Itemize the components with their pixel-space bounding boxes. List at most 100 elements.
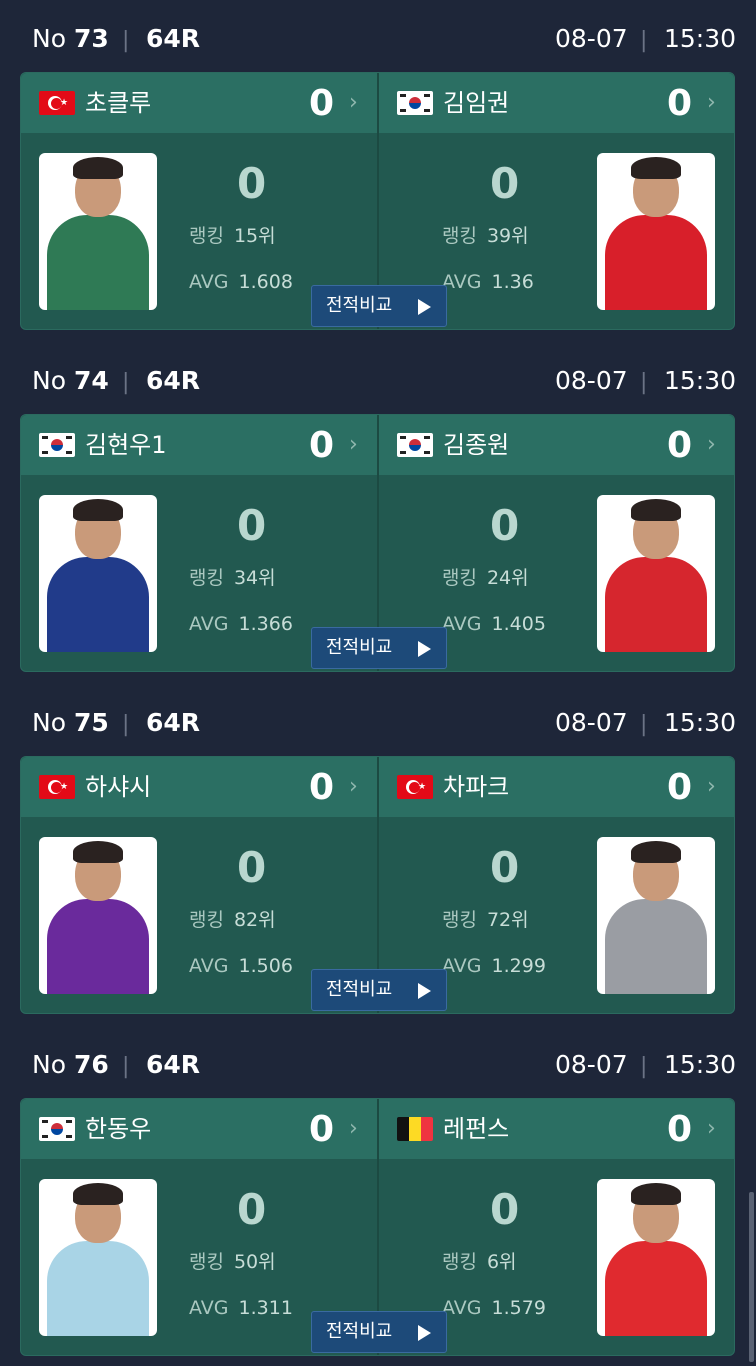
match-time: 15:30	[664, 24, 737, 53]
right-player-set-score: 0	[667, 425, 693, 466]
match-number: No 73	[32, 21, 109, 57]
left-player-name[interactable]: 한동우	[85, 1113, 151, 1145]
right-player-name[interactable]: 레펀스	[443, 1113, 509, 1145]
compare-record-button[interactable]: 전적비교	[311, 627, 447, 669]
header-separator: |	[122, 1054, 130, 1079]
player-hair	[631, 157, 681, 179]
left-player-photo[interactable]	[39, 837, 157, 994]
player-hair	[631, 1183, 681, 1205]
right-player-average: AVG 1.299	[442, 953, 546, 979]
header-separator: |	[122, 370, 130, 395]
right-player-chevron-right-icon[interactable]: ›	[707, 431, 716, 459]
player-shirt	[605, 899, 707, 994]
right-player-photo[interactable]	[597, 1179, 715, 1336]
right-player-chevron-right-icon[interactable]: ›	[707, 89, 716, 117]
right-player-set-score: 0	[667, 1109, 693, 1150]
right-player-set-score: 0	[667, 83, 693, 124]
match-date: 08-07	[555, 708, 628, 737]
avg-value: 1.366	[238, 613, 293, 635]
left-player-chevron-right-icon[interactable]: ›	[349, 431, 358, 459]
avg-value: 1.36	[491, 271, 534, 293]
left-player-photo[interactable]	[39, 495, 157, 652]
right-player-chevron-right-icon[interactable]: ›	[707, 1115, 716, 1143]
compare-record-button[interactable]: 전적비교	[311, 969, 447, 1011]
match-card[interactable]: 한동우 0 › 레펀스 0 › 0 랭킹 50위 AVG 1.311 0 랭킹 6위 …	[20, 1098, 735, 1356]
match-number-label: No	[32, 366, 66, 395]
left-player-chevron-right-icon[interactable]: ›	[349, 773, 358, 801]
match-round: 64R	[146, 1050, 201, 1079]
avg-value: 1.579	[491, 1297, 546, 1319]
right-player-ranking: 랭킹 24위	[442, 565, 529, 591]
ranking-label: 랭킹	[442, 1251, 477, 1273]
right-player-name[interactable]: 김임권	[443, 87, 509, 119]
match-header: No 75 | 64R 08-07 | 15:30	[0, 684, 756, 756]
left-player-flag-icon	[39, 433, 75, 457]
player-hair	[73, 499, 123, 521]
match-card[interactable]: ★ 초클루 0 › 김임권 0 › 0 랭킹 15위 AVG 1.608 0 랭킹 3…	[20, 72, 735, 330]
header-separator: |	[640, 370, 648, 395]
left-player-frame-score: 0	[237, 843, 267, 892]
compare-record-label: 전적비교	[326, 979, 393, 1000]
left-player-frame-score: 0	[237, 501, 267, 550]
match-item: No 74 | 64R 08-07 | 15:30 김현우1 0 › 김종원 0…	[0, 342, 756, 684]
left-player-ranking: 랭킹 82위	[189, 907, 276, 933]
right-player-name[interactable]: 차파크	[443, 771, 509, 803]
left-player-name[interactable]: 김현우1	[85, 429, 167, 461]
right-player-flag-icon: ★	[397, 775, 433, 799]
avg-label: AVG	[442, 955, 482, 977]
right-player-frame-score: 0	[490, 1185, 520, 1234]
ranking-value: 39위	[486, 225, 529, 247]
match-item: No 76 | 64R 08-07 | 15:30 한동우 0 › 레펀스 0 …	[0, 1026, 756, 1366]
right-player-photo[interactable]	[597, 837, 715, 994]
compare-record-label: 전적비교	[326, 1321, 393, 1342]
match-number-value: 75	[73, 708, 109, 737]
avg-label: AVG	[189, 613, 229, 635]
left-player-name[interactable]: 하샤시	[85, 771, 151, 803]
right-player-name[interactable]: 김종원	[443, 429, 509, 461]
ranking-value: 82위	[233, 909, 276, 931]
header-separator: |	[640, 712, 648, 737]
left-player-flag-icon: ★	[39, 775, 75, 799]
right-player-photo[interactable]	[597, 153, 715, 310]
header-separator: |	[640, 1054, 648, 1079]
avg-label: AVG	[189, 271, 229, 293]
player-shirt	[47, 1241, 149, 1336]
avg-value: 1.299	[491, 955, 546, 977]
ranking-value: 6위	[486, 1251, 517, 1273]
match-round: 64R	[146, 366, 201, 395]
match-card[interactable]: ★ 하샤시 0 › ★ 차파크 0 › 0 랭킹 82위 AVG 1.506 0 랭…	[20, 756, 735, 1014]
right-player-chevron-right-icon[interactable]: ›	[707, 773, 716, 801]
right-player-frame-score: 0	[490, 501, 520, 550]
match-header: No 73 | 64R 08-07 | 15:30	[0, 0, 756, 72]
header-separator: |	[640, 28, 648, 53]
match-round: 64R	[146, 708, 201, 737]
left-player-photo[interactable]	[39, 153, 157, 310]
avg-label: AVG	[189, 1297, 229, 1319]
left-player-frame-score: 0	[237, 159, 267, 208]
right-player-average: AVG 1.36	[442, 269, 534, 295]
left-player-average: AVG 1.608	[189, 269, 293, 295]
left-player-set-score: 0	[309, 1109, 335, 1150]
left-player-name[interactable]: 초클루	[85, 87, 151, 119]
ranking-label: 랭킹	[442, 567, 477, 589]
left-player-average: AVG 1.506	[189, 953, 293, 979]
match-item: No 73 | 64R 08-07 | 15:30 ★ 초클루 0 › 김임권 …	[0, 0, 756, 342]
ranking-value: 50위	[233, 1251, 276, 1273]
ranking-label: 랭킹	[189, 909, 224, 931]
left-player-ranking: 랭킹 50위	[189, 1249, 276, 1275]
left-player-chevron-right-icon[interactable]: ›	[349, 89, 358, 117]
left-player-set-score: 0	[309, 767, 335, 808]
match-card[interactable]: 김현우1 0 › 김종원 0 › 0 랭킹 34위 AVG 1.366 0 랭킹 24…	[20, 414, 735, 672]
left-player-average: AVG 1.311	[189, 1295, 293, 1321]
left-player-set-score: 0	[309, 83, 335, 124]
match-number-value: 74	[73, 366, 109, 395]
play-icon	[418, 1325, 431, 1341]
scrollbar[interactable]	[749, 1192, 754, 1362]
compare-record-button[interactable]: 전적비교	[311, 1311, 447, 1353]
left-player-photo[interactable]	[39, 1179, 157, 1336]
compare-record-button[interactable]: 전적비교	[311, 285, 447, 327]
ranking-value: 24위	[486, 567, 529, 589]
left-player-chevron-right-icon[interactable]: ›	[349, 1115, 358, 1143]
right-player-photo[interactable]	[597, 495, 715, 652]
player-hair	[73, 157, 123, 179]
